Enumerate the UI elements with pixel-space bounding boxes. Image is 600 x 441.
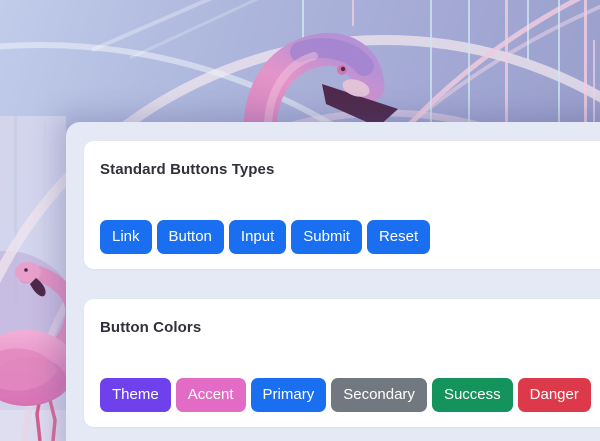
primary-button[interactable]: Primary	[251, 378, 327, 412]
link-button[interactable]: Link	[100, 220, 152, 254]
button-button[interactable]: Button	[157, 220, 224, 254]
buttons-demo-page: Standard Buttons Types LinkButtonInputSu…	[0, 0, 600, 441]
reset-button[interactable]: Reset	[367, 220, 430, 254]
danger-button[interactable]: Danger	[518, 378, 591, 412]
panel-title: Button Colors	[100, 319, 600, 337]
secondary-button[interactable]: Secondary	[331, 378, 427, 412]
standard-buttons-panel: Standard Buttons Types LinkButtonInputSu…	[84, 141, 600, 269]
input-button[interactable]: Input	[229, 220, 286, 254]
button-row: LinkButtonInputSubmitReset	[100, 220, 600, 254]
accent-button[interactable]: Accent	[176, 378, 246, 412]
button-colors-panel: Button Colors ThemeAccentPrimarySecondar…	[84, 299, 600, 427]
content-card: Standard Buttons Types LinkButtonInputSu…	[66, 122, 600, 441]
panel-title: Standard Buttons Types	[100, 161, 600, 179]
success-button[interactable]: Success	[432, 378, 513, 412]
submit-button[interactable]: Submit	[291, 220, 362, 254]
theme-button[interactable]: Theme	[100, 378, 171, 412]
button-row: ThemeAccentPrimarySecondarySuccessDanger	[100, 378, 600, 412]
